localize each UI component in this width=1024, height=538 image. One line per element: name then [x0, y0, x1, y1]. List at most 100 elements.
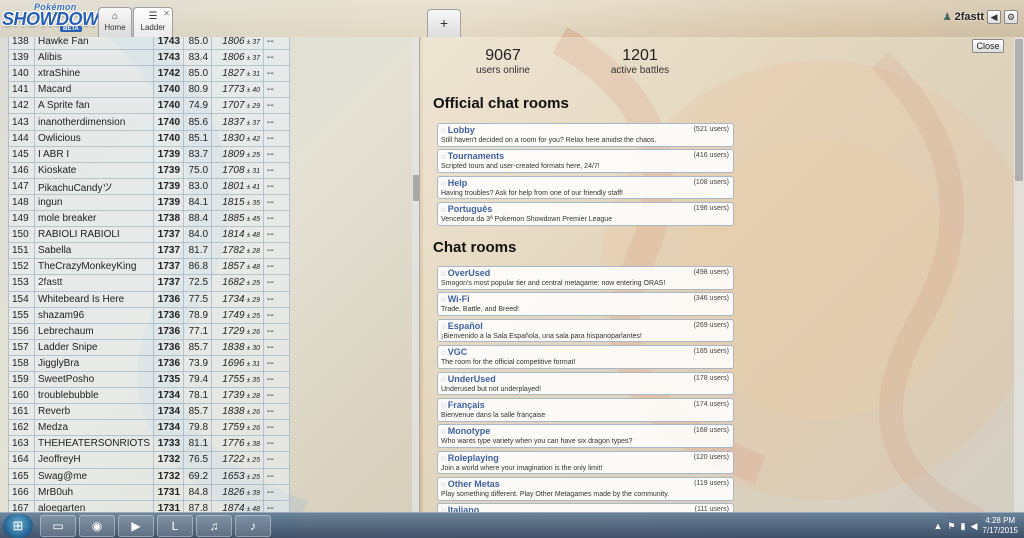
glicko-deviation: ± 26 [245, 409, 260, 416]
name-cell[interactable]: aloegarten [33, 499, 155, 512]
elo-cell-text: 1737 [157, 261, 181, 273]
active-battles-stat[interactable]: 1201 active battles [603, 47, 677, 76]
room-user-count: (416 users) [693, 152, 729, 160]
glicko-value: 1826 [222, 486, 245, 498]
glicko-deviation: ± 42 [245, 136, 260, 143]
name-cell-text: Lebrechaum [38, 325, 94, 337]
username[interactable]: 2fastt [955, 11, 984, 23]
main-scrollbar[interactable] [1014, 37, 1024, 512]
tab-ladder[interactable]: ☰ Ladder ✕ [133, 7, 173, 37]
name-cell[interactable]: ingun [33, 193, 155, 212]
glicko-deviation: ± 28 [245, 248, 260, 255]
speaker-icon[interactable]: ◀ [987, 10, 1001, 24]
ladder-scrollbar[interactable] [412, 37, 419, 512]
room-item[interactable]: ◌ Other Metas (119 users) Play something di… [437, 477, 734, 501]
room-item[interactable]: ◌ OverUsed (498 users) Smogon's most popula… [437, 266, 734, 290]
room-item[interactable]: ◌ Help (108 users) Having troubles? Ask for… [437, 175, 734, 200]
name-cell[interactable]: JeoffreyH [33, 451, 155, 469]
close-button[interactable]: Close [972, 39, 1004, 53]
users-online-label: users online [476, 65, 530, 76]
gxe-cell-text: 78.1 [188, 390, 209, 402]
room-name-text: Wi-Fi [447, 294, 470, 305]
room-item[interactable]: ◌ Wi-Fi (346 users) Trade, Battle, and Bree… [437, 292, 734, 317]
name-cell[interactable]: Ladder Snipe [33, 338, 155, 356]
rank-cell: 164 [8, 451, 35, 469]
name-cell[interactable]: Whitebeard Is Here [33, 290, 155, 308]
name-cell-text: 2fastt [38, 277, 63, 289]
name-cell[interactable]: Macard [33, 81, 155, 99]
gxe-cell: 81.1 [183, 435, 213, 453]
glicko-deviation: ± 25 [245, 474, 260, 481]
chrome-icon[interactable]: ◉ [79, 515, 115, 537]
room-user-count: (185 users) [693, 348, 729, 356]
name-cell[interactable]: Kioskate [33, 161, 155, 179]
name-cell[interactable]: mole breaker [33, 210, 155, 228]
room-description: ¡Bienvenido a la Sala Española, una sala… [441, 332, 642, 340]
name-cell[interactable]: PikachuCandyツ [33, 177, 155, 195]
name-cell[interactable]: MrB0uh [33, 483, 155, 501]
room-item[interactable]: ◌ Español (269 users) ¡Bienvenido a la Sala… [437, 318, 734, 343]
add-tab-button[interactable]: + [427, 9, 461, 37]
rank-cell-text: 143 [12, 116, 29, 128]
clock[interactable]: 4:28 PM 7/17/2015 [982, 516, 1018, 536]
deviation-value: 31 [252, 360, 261, 368]
gxe-cell: 85.0 [183, 37, 213, 51]
name-cell[interactable]: Medza [33, 419, 155, 437]
close-icon[interactable]: ✕ [163, 9, 170, 18]
name-cell[interactable]: THEHEATERSONRIOTS [33, 435, 155, 453]
name-cell[interactable]: A Sprite fan [33, 97, 155, 115]
gear-icon[interactable]: ⚙ [1004, 10, 1018, 24]
table-row: 149 mole breaker 1738 88.4 1885 ± 45 -- [8, 210, 291, 228]
name-cell[interactable]: Reverb [33, 403, 155, 421]
name-cell[interactable]: TheCrazyMonkeyKing [33, 258, 155, 276]
cop-cell: -- [263, 322, 291, 340]
main-scroll-thumb[interactable] [1015, 39, 1023, 181]
folder-icon[interactable]: ▭ [40, 515, 76, 537]
room-item[interactable]: ◌ Monotype (168 users) Who wants type varie… [437, 424, 734, 448]
network-icon[interactable]: ▮ [961, 521, 966, 532]
name-cell[interactable]: troublebubble [33, 387, 155, 405]
name-cell[interactable]: inanotherdimension [33, 113, 155, 131]
elo-cell-text: 1735 [157, 374, 181, 386]
league-icon[interactable]: L [157, 515, 193, 537]
deviation-value: 39 [252, 489, 261, 497]
room-name-text: Español [447, 320, 483, 331]
room-item[interactable]: ◌ Roleplaying (120 users) Join a world wher… [437, 450, 734, 475]
name-cell[interactable]: SweetPosho [33, 370, 155, 389]
table-row: 147 PikachuCandyツ 1739 83.0 1801 ± 41 -- [8, 177, 291, 195]
name-cell[interactable]: JigglyBra [33, 354, 155, 372]
name-cell[interactable]: Owlicious [33, 129, 155, 147]
name-cell[interactable]: RABIOLI RABIOLI [33, 226, 155, 244]
tray-arrow-icon[interactable]: ▲ [934, 521, 943, 531]
name-cell[interactable]: Alibis [33, 49, 155, 67]
elo-cell: 1736 [153, 322, 185, 340]
name-cell[interactable]: I ABR I [33, 145, 155, 163]
flag-icon[interactable]: ⚑ [947, 521, 955, 532]
showdown-logo[interactable]: Pokémon SHOWDOWN BETA [2, 2, 111, 34]
volume-icon[interactable]: ◀ [970, 521, 977, 532]
itunes-icon[interactable]: ♫ [196, 515, 232, 537]
tab-home-label: Home [104, 23, 126, 32]
name-cell[interactable]: Lebrechaum [33, 322, 155, 340]
name-cell[interactable]: shazam96 [33, 306, 155, 324]
room-item[interactable]: ◌ VGC (185 users) The room for the official… [437, 345, 734, 369]
tab-home[interactable]: ⌂ Home [98, 7, 132, 37]
name-cell[interactable]: Sabella [33, 242, 155, 260]
itunes-alt-icon[interactable]: ♪ [235, 515, 271, 537]
start-button[interactable]: ⊞ [3, 514, 33, 538]
name-cell[interactable]: Swag@me [33, 467, 155, 485]
room-item[interactable]: ◌ Français (174 users) Bienvenue dans la sa… [437, 397, 734, 422]
table-row: 152 TheCrazyMonkeyKing 1737 86.8 1857 ± 48 -- [8, 258, 291, 276]
room-item[interactable]: ◌ UnderUsed (178 users) Underused but not u… [437, 371, 734, 396]
name-cell-text: shazam96 [38, 309, 85, 321]
name-cell[interactable]: xtraShine [33, 65, 155, 83]
room-item[interactable]: ◌ Português (196 users) Vencedora da 3ª Pok… [437, 202, 734, 226]
name-cell[interactable]: Hawke Fan [33, 37, 155, 51]
room-user-count: (120 users) [693, 453, 729, 461]
room-item[interactable]: ◌ Tournaments (416 users) Scripted tours an… [437, 149, 734, 174]
room-item[interactable]: ◌ Lobby (521 users) Still haven't decided o… [437, 123, 734, 147]
room-item[interactable]: ◌ Italiano (111 users) [437, 503, 734, 512]
media-player-icon[interactable]: ▶ [118, 515, 154, 537]
name-cell[interactable]: 2fastt [33, 274, 155, 292]
ladder-scroll-thumb[interactable] [413, 175, 419, 201]
